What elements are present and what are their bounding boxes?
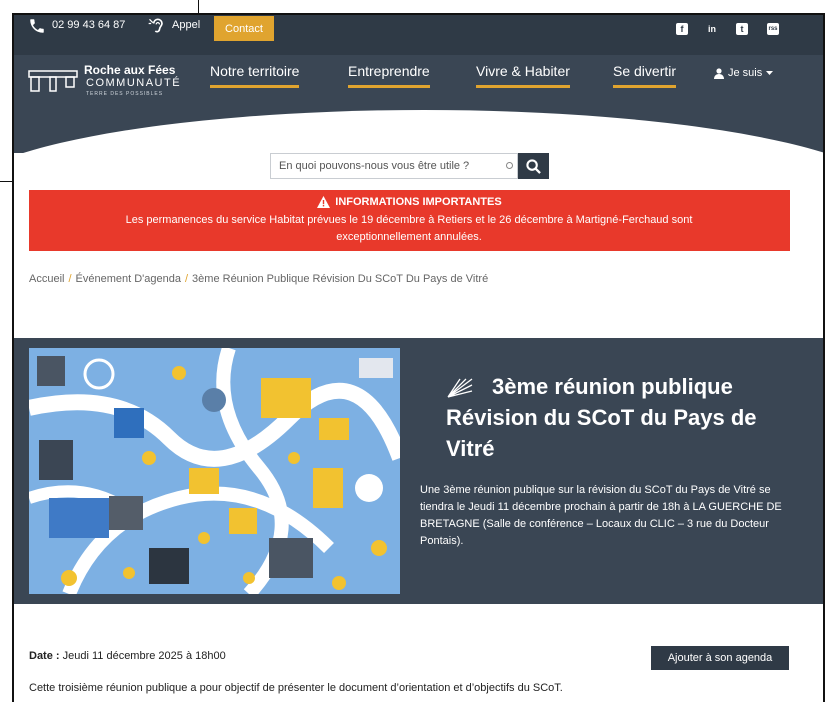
event-title: 3ème réunion publique Révision du SCoT d…	[446, 374, 757, 461]
appel-link[interactable]: Appel	[172, 19, 200, 31]
event-date: Date : Jeudi 11 décembre 2025 à 18h00	[29, 650, 226, 662]
event-title-block: 3ème réunion publique Révision du SCoT d…	[446, 371, 786, 464]
alert-text: Les permanences du service Habitat prévu…	[125, 214, 693, 243]
facebook-icon[interactable]: f	[676, 23, 688, 35]
hearing-icon[interactable]	[147, 16, 167, 36]
breadcrumb-separator: /	[184, 273, 189, 285]
date-label: Date :	[29, 650, 60, 662]
city-illustration-image	[29, 348, 400, 594]
burst-icon	[447, 378, 473, 398]
top-bar: 02 99 43 64 87 Appel Contact f in t rss	[14, 15, 823, 55]
nav-entreprendre[interactable]: Entreprendre	[348, 63, 430, 88]
rss-icon[interactable]: rss	[767, 23, 779, 35]
logo-mark-icon	[28, 70, 78, 92]
je-suis-dropdown[interactable]: Je suis	[714, 67, 774, 79]
logo-title: Roche aux Fées	[84, 63, 176, 77]
search-bar	[270, 153, 549, 179]
search-clear-icon	[506, 162, 513, 169]
event-description: Une 3ème réunion publique sur la révisio…	[420, 484, 782, 547]
decorative-line	[198, 0, 199, 13]
caret-down-icon	[766, 70, 774, 75]
nav-vivre-habiter[interactable]: Vivre & Habiter	[476, 63, 570, 88]
decorative-line	[0, 181, 12, 182]
linkedin-icon[interactable]: in	[704, 23, 720, 35]
event-intro-text: Cette troisième réunion publique a pour …	[29, 682, 563, 694]
nav-notre-territoire[interactable]: Notre territoire	[210, 63, 300, 88]
user-icon	[714, 67, 724, 79]
logo-tagline: TERRE DES POSSIBLES	[86, 91, 164, 97]
breadcrumb-home[interactable]: Accueil	[29, 273, 64, 285]
search-input[interactable]	[270, 153, 518, 179]
phone-icon	[30, 19, 44, 33]
page-frame: 02 99 43 64 87 Appel Contact f in t rss …	[12, 13, 825, 702]
date-value: Jeudi 11 décembre 2025 à 18h00	[62, 650, 226, 662]
breadcrumb: Accueil / Événement D'agenda/3ème Réunion …	[29, 273, 488, 285]
breadcrumb-current: 3ème Réunion Publique Révision Du SCoT D…	[192, 273, 489, 285]
breadcrumb-agenda[interactable]: Événement D'agenda	[76, 273, 181, 285]
event-illustration	[29, 348, 400, 594]
search-button[interactable]	[518, 153, 549, 179]
je-suis-label: Je suis	[728, 67, 763, 79]
breadcrumb-separator: /	[68, 273, 72, 285]
twitter-icon[interactable]: t	[736, 23, 748, 35]
logo-subtitle: COMMUNAUTÉ	[86, 77, 182, 89]
alert-heading: INFORMATIONS IMPORTANTES	[29, 196, 790, 208]
search-icon	[526, 158, 541, 174]
nav-se-divertir[interactable]: Se divertir	[613, 63, 677, 88]
important-info-banner: INFORMATIONS IMPORTANTES Les permanences…	[29, 190, 790, 251]
add-to-agenda-button[interactable]: Ajouter à son agenda	[651, 646, 789, 670]
warning-icon	[317, 196, 331, 208]
contact-button[interactable]: Contact	[214, 16, 274, 41]
phone-number[interactable]: 02 99 43 64 87	[52, 19, 125, 31]
alert-title: INFORMATIONS IMPORTANTES	[335, 196, 502, 208]
event-hero: 3ème réunion publique Révision du SCoT d…	[14, 338, 823, 604]
